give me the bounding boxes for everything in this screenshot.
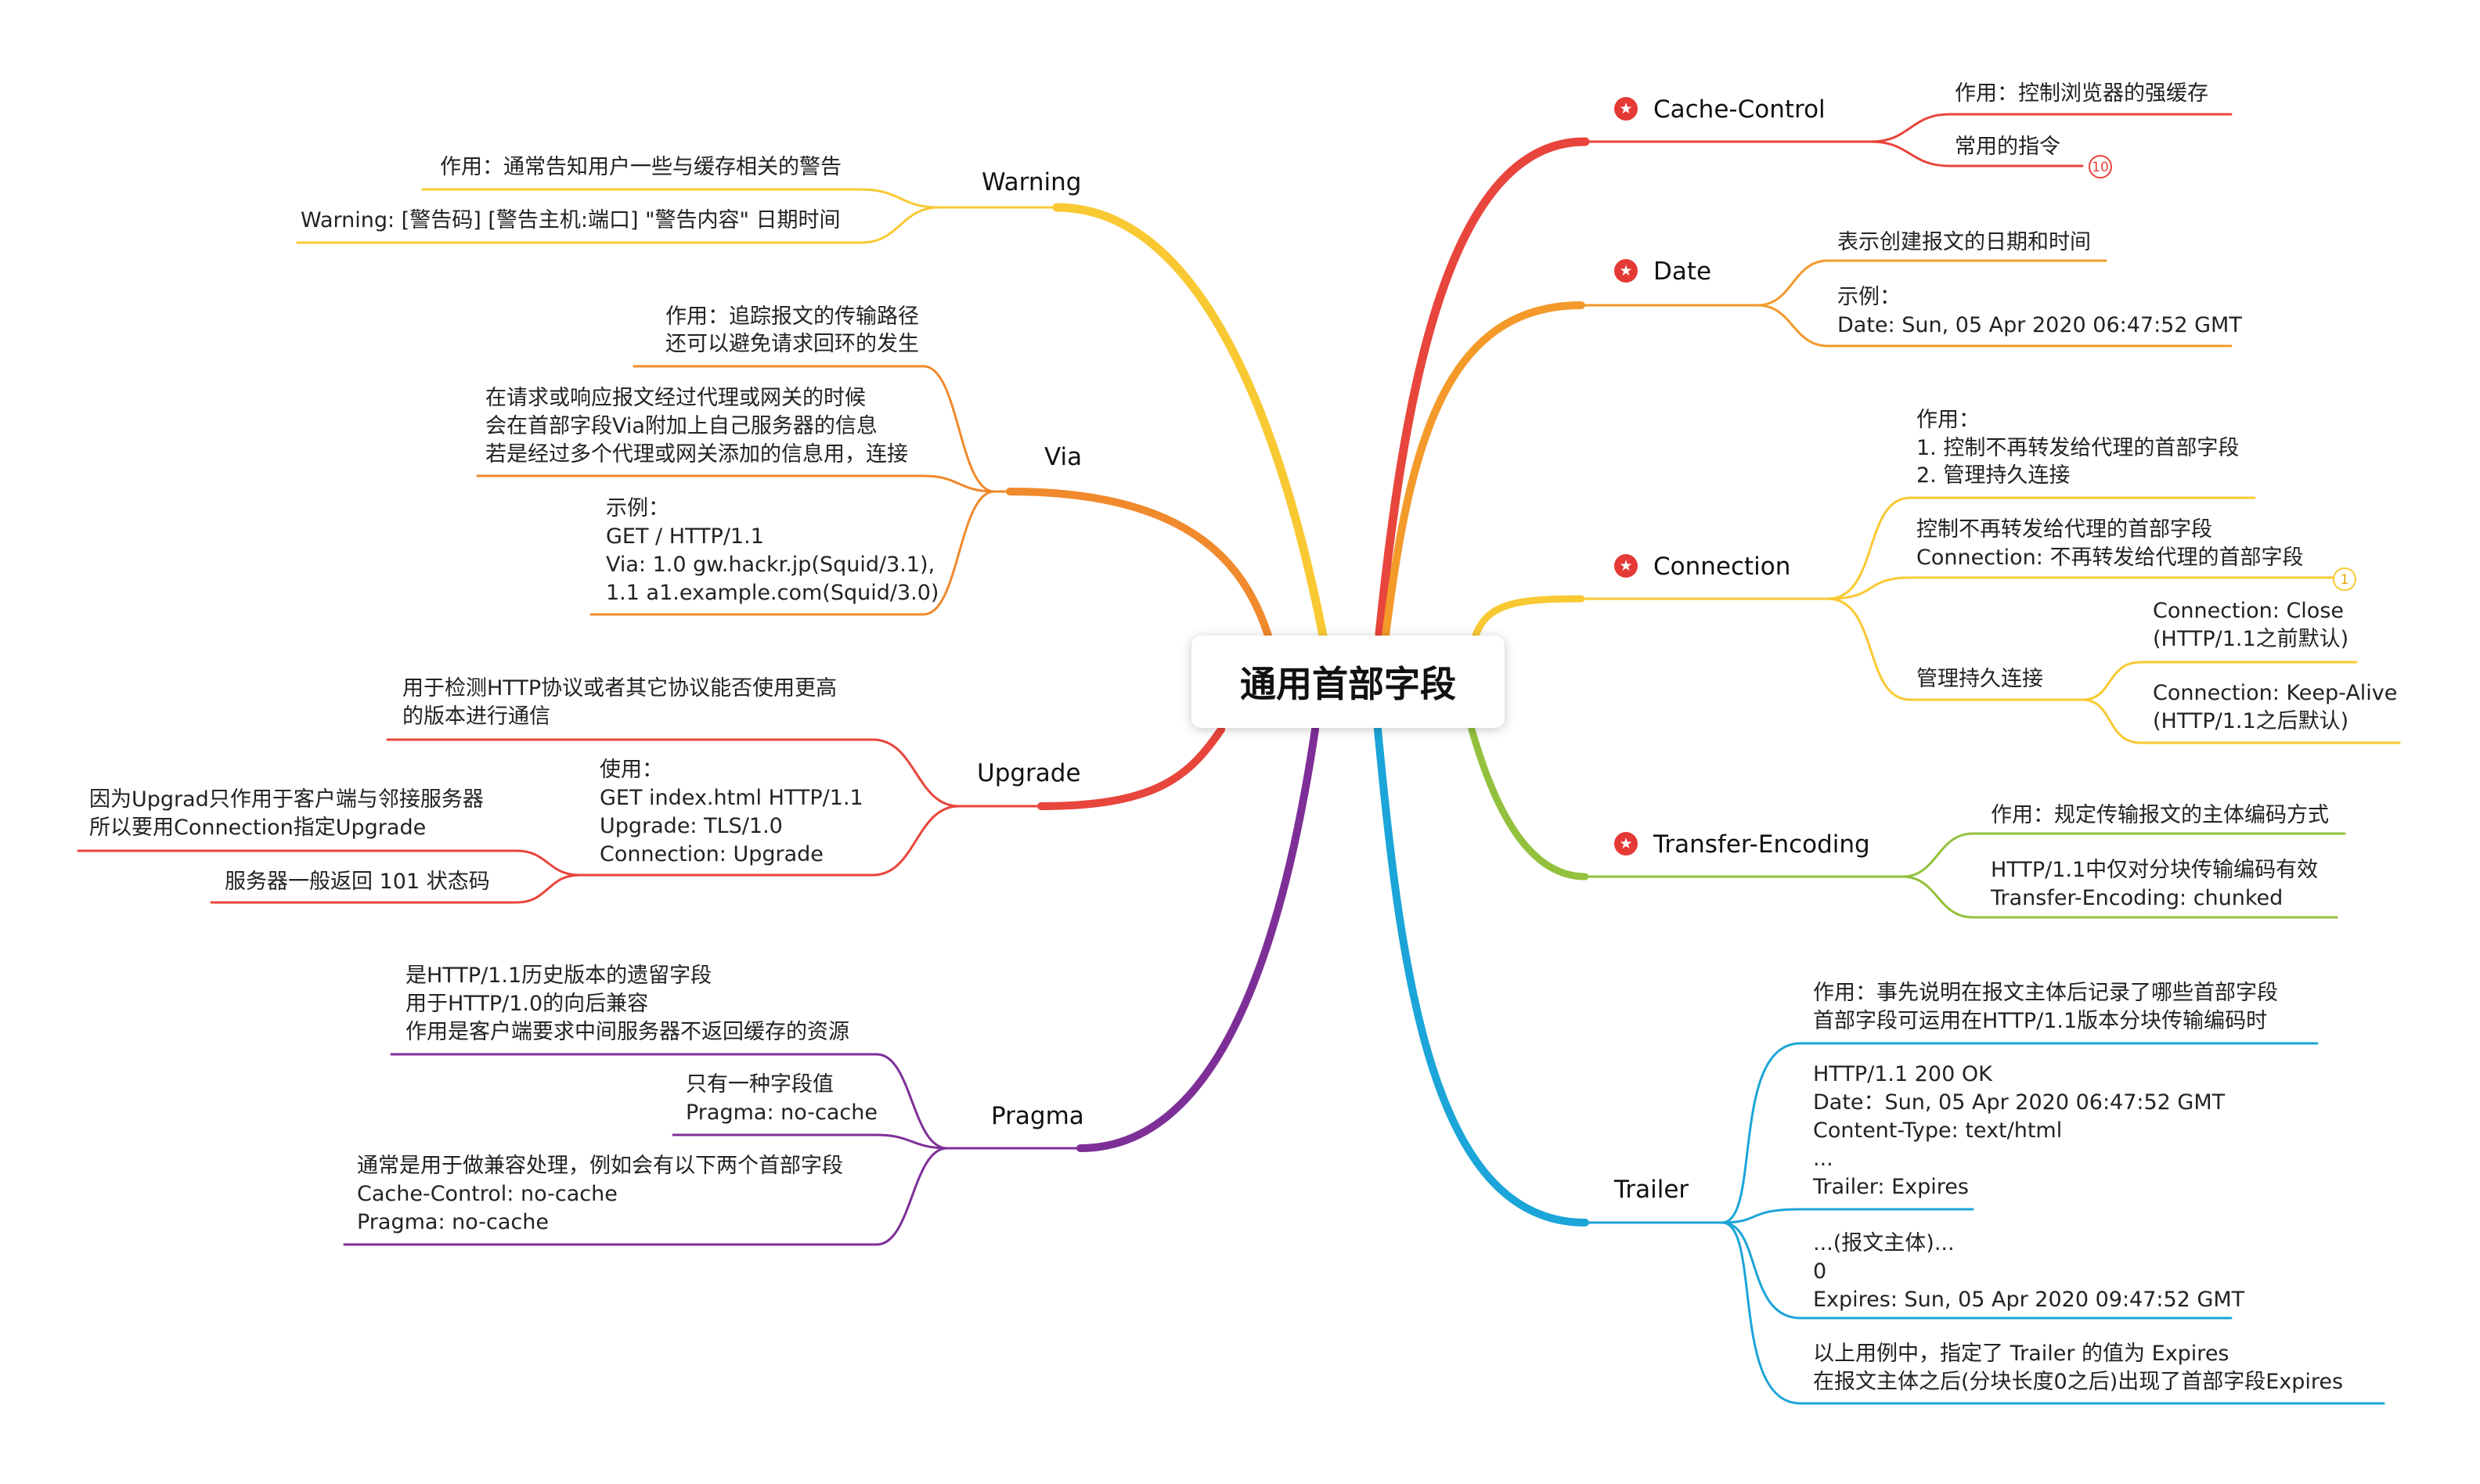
- branch-title: Date: [1653, 258, 1712, 286]
- branch-warning[interactable]: Warning: [982, 167, 1081, 198]
- node-text[interactable]: 首部字段可运用在HTTP/1.1版本分块传输编码时: [1813, 1007, 2267, 1036]
- node-text[interactable]: Transfer-Encoding: chunked: [1991, 884, 2283, 913]
- node-text[interactable]: Date：Sun, 05 Apr 2020 06:47:52 GMT: [1813, 1089, 2225, 1117]
- node-text[interactable]: Pragma: no-cache: [357, 1208, 549, 1237]
- node-text[interactable]: 会在首部字段Via附加上自己服务器的信息: [485, 412, 878, 441]
- node-text[interactable]: 作用是客户端要求中间服务器不返回缓存的资源: [406, 1018, 849, 1046]
- branch-transfer-encoding[interactable]: ★ Transfer-Encoding: [1614, 829, 1870, 860]
- node-text[interactable]: Connection: Upgrade: [600, 841, 824, 869]
- node-text[interactable]: Connection: Close: [2153, 597, 2344, 625]
- branch-cache-control[interactable]: ★ Cache-Control: [1614, 94, 1826, 125]
- node-text[interactable]: 1.1 a1.example.com(Squid/3.0): [606, 579, 939, 607]
- node-text[interactable]: 只有一种字段值: [686, 1071, 834, 1099]
- node-text[interactable]: 控制不再转发给代理的首部字段: [1916, 516, 2212, 544]
- node-text[interactable]: 以上用例中，指定了 Trailer 的值为 Expires: [1813, 1340, 2229, 1368]
- branch-date[interactable]: ★ Date: [1614, 256, 1711, 287]
- node-text[interactable]: 是HTTP/1.1历史版本的遗留字段: [406, 962, 712, 990]
- node-text[interactable]: Date: Sun, 05 Apr 2020 06:47:52 GMT: [1837, 312, 2242, 340]
- node-text[interactable]: Cache-Control: no-cache: [357, 1180, 618, 1208]
- node-text[interactable]: 作用：事先说明在报文主体后记录了哪些首部字段: [1813, 979, 2278, 1007]
- node-text[interactable]: 示例：: [606, 495, 669, 523]
- node-text[interactable]: ...(报文主体)...: [1813, 1230, 1955, 1258]
- node-text[interactable]: GET / HTTP/1.1: [606, 523, 764, 551]
- star-icon: ★: [1614, 553, 1638, 578]
- node-text[interactable]: 2. 管理持久连接: [1916, 462, 2070, 490]
- link-date: [1382, 301, 1585, 639]
- node-text[interactable]: 的版本进行通信: [402, 703, 550, 731]
- node-text[interactable]: 所以要用Connection指定Upgrade: [89, 814, 426, 842]
- node-text[interactable]: 管理持久连接: [1916, 665, 2043, 693]
- node-text[interactable]: HTTP/1.1中仅对分块传输编码有效: [1991, 856, 2318, 884]
- branch-title: Transfer-Encoding: [1653, 830, 1870, 859]
- link-cache-control: [1375, 137, 1590, 639]
- node-text[interactable]: 因为Upgrad只作用于客户端与邻接服务器: [89, 786, 484, 814]
- link-trailer: [1374, 726, 1589, 1226]
- node-text[interactable]: 常用的指令: [1955, 133, 2060, 161]
- node-text[interactable]: 用于检测HTTP协议或者其它协议能否使用更高: [402, 675, 837, 703]
- node-text[interactable]: 作用：追踪报文的传输路径: [548, 303, 919, 331]
- branch-title: Warning: [982, 168, 1082, 196]
- link-connection: [1472, 595, 1585, 639]
- node-text[interactable]: 示例：: [1837, 283, 1901, 312]
- node-text[interactable]: 若是经过多个代理或网关添加的信息用，连接: [485, 441, 908, 469]
- mind-map-canvas: 通用首部字段 ★ Cache-Control 作用：控制浏览器的强缓存 常用的指令…: [0, 0, 2480, 1484]
- node-text[interactable]: Trailer: Expires: [1813, 1173, 1969, 1201]
- star-icon: ★: [1614, 96, 1638, 121]
- node-text[interactable]: 在报文主体之后(分块长度0之后)出现了首部字段Expires: [1813, 1368, 2343, 1396]
- node-text[interactable]: Upgrade: TLS/1.0: [600, 812, 783, 841]
- node-text[interactable]: HTTP/1.1 200 OK: [1813, 1061, 1992, 1089]
- node-text[interactable]: Content-Type: text/html: [1813, 1117, 2062, 1145]
- star-icon: ★: [1614, 831, 1638, 855]
- star-icon: ★: [1614, 258, 1638, 283]
- node-text[interactable]: GET index.html HTTP/1.1: [600, 784, 863, 812]
- node-text[interactable]: Via: 1.0 gw.hackr.jp(Squid/3.1),: [606, 551, 935, 579]
- branch-title: Cache-Control: [1653, 95, 1826, 124]
- node-text[interactable]: (HTTP/1.1之后默认): [2153, 708, 2348, 736]
- node-text[interactable]: 用于HTTP/1.0的向后兼容: [406, 990, 648, 1018]
- node-text[interactable]: (HTTP/1.1之前默认): [2153, 625, 2348, 654]
- node-text[interactable]: Warning: [警告码] [警告主机:端口] "警告内容" 日期时间: [301, 207, 841, 235]
- node-text[interactable]: 作用：通常告知用户一些与缓存相关的警告: [440, 153, 842, 182]
- node-text[interactable]: Expires: Sun, 05 Apr 2020 09:47:52 GMT: [1813, 1286, 2244, 1314]
- branch-via[interactable]: Via: [1044, 441, 1082, 473]
- node-text[interactable]: Connection: 不再转发给代理的首部字段: [1916, 544, 2303, 572]
- branch-title: Trailer: [1614, 1176, 1689, 1204]
- node-text[interactable]: 还可以避免请求回环的发生: [548, 330, 919, 358]
- collapsed-count-badge[interactable]: 10: [2089, 155, 2112, 178]
- node-text[interactable]: 表示创建报文的日期和时间: [1837, 229, 2091, 257]
- node-text[interactable]: 通常是用于做兼容处理，例如会有以下两个首部字段: [357, 1152, 843, 1180]
- node-text[interactable]: 在请求或响应报文经过代理或网关的时候: [485, 384, 866, 412]
- node-text[interactable]: 0: [1813, 1258, 1826, 1286]
- node-text[interactable]: Pragma: no-cache: [686, 1099, 878, 1127]
- link-pragma: [1076, 726, 1319, 1152]
- central-topic[interactable]: 通用首部字段: [1191, 636, 1505, 728]
- branch-title: Via: [1044, 443, 1083, 471]
- link-warning: [1052, 203, 1328, 640]
- node-text[interactable]: 1. 控制不再转发给代理的首部字段: [1916, 434, 2239, 463]
- node-text[interactable]: 作用：: [1916, 406, 1980, 434]
- collapsed-count-badge[interactable]: 1: [2333, 567, 2356, 591]
- node-text[interactable]: 作用：控制浏览器的强缓存: [1955, 80, 2208, 108]
- branch-title: Pragma: [991, 1102, 1084, 1130]
- branch-trailer[interactable]: Trailer: [1614, 1174, 1689, 1205]
- link-transfer-encoding: [1468, 726, 1589, 881]
- node-text[interactable]: ...: [1813, 1145, 1833, 1173]
- link-via: [1006, 488, 1272, 639]
- node-text[interactable]: Connection: Keep-Alive: [2153, 679, 2397, 708]
- node-text[interactable]: 作用：规定传输报文的主体编码方式: [1991, 801, 2329, 830]
- central-topic-label: 通用首部字段: [1240, 663, 1456, 705]
- branch-connection[interactable]: ★ Connection: [1614, 551, 1790, 582]
- branch-title: Upgrade: [977, 759, 1081, 787]
- node-text[interactable]: 服务器一般返回 101 状态码: [225, 868, 490, 896]
- branch-title: Connection: [1653, 553, 1791, 581]
- branch-upgrade[interactable]: Upgrade: [977, 758, 1081, 789]
- node-text[interactable]: 使用：: [600, 756, 663, 784]
- branch-pragma[interactable]: Pragma: [991, 1100, 1084, 1132]
